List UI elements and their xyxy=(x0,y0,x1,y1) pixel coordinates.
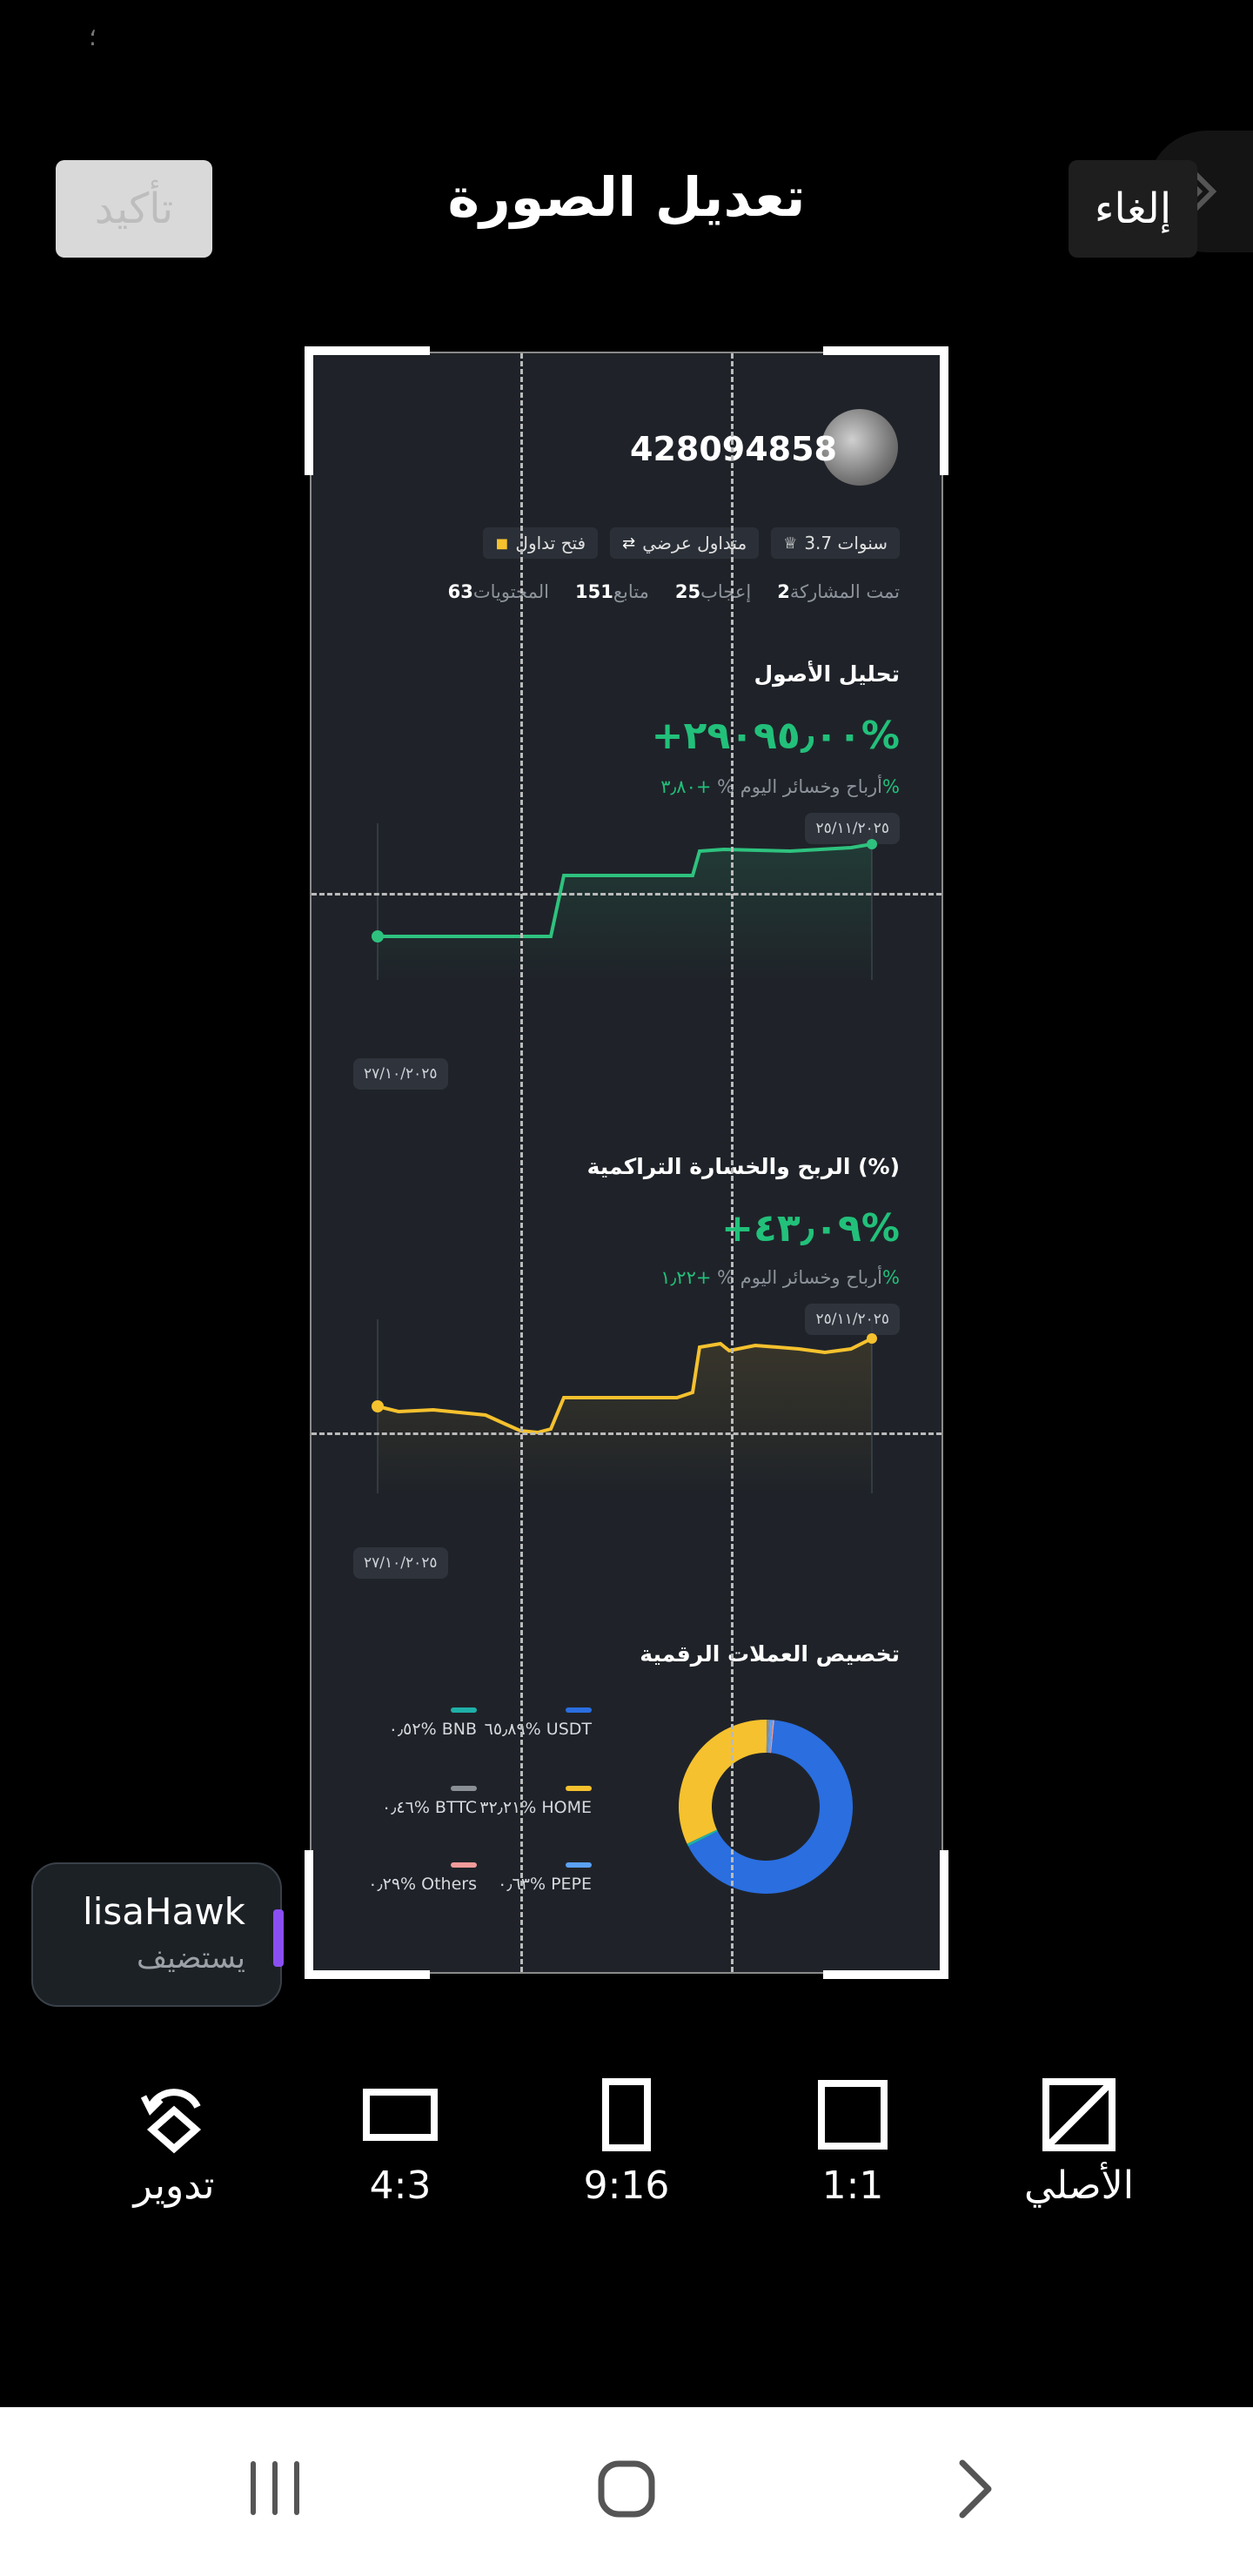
original-ratio-icon xyxy=(1001,2071,1157,2158)
home-icon[interactable] xyxy=(597,2459,656,2522)
grid-line-h2 xyxy=(312,1432,941,1435)
crop-editor-screen: ؛ تأكيد تعديل الصورة إلغاء 428094858 ♕ 3.… xyxy=(0,0,1253,2576)
grid-line-v1 xyxy=(520,353,523,1972)
crop-frame xyxy=(310,352,943,1974)
ratio-4-3-button[interactable]: 4:3 xyxy=(322,2071,479,2208)
ratio-4-3-icon xyxy=(322,2071,479,2158)
grid-line-h1 xyxy=(312,893,941,896)
system-nav-bar xyxy=(0,2407,1253,2576)
recent-apps-icon[interactable] xyxy=(247,2459,303,2520)
ratio-9-16-icon xyxy=(548,2071,705,2158)
rotate-icon xyxy=(96,2071,252,2158)
watermark-card: lisaHawk يستضيف xyxy=(31,1862,284,2007)
cancel-button[interactable]: إلغاء xyxy=(1069,160,1197,258)
watermark-accent xyxy=(273,1909,284,1967)
watermark-name: lisaHawk xyxy=(83,1890,245,1933)
status-glyph: ؛ xyxy=(89,23,97,51)
original-ratio-button[interactable]: الأصلي xyxy=(1001,2071,1157,2208)
watermark-sub: يستضيف xyxy=(137,1941,245,1976)
rotate-button[interactable]: تدوير xyxy=(96,2071,252,2208)
crop-handle-bottom-left[interactable] xyxy=(305,1850,430,1979)
crop-handle-top-right[interactable] xyxy=(823,346,948,475)
page-title: تعديل الصورة xyxy=(447,165,806,229)
ratio-1-1-button[interactable]: 1:1 xyxy=(774,2071,931,2208)
crop-handle-bottom-right[interactable] xyxy=(823,1850,948,1979)
grid-line-v2 xyxy=(731,353,734,1972)
back-icon[interactable] xyxy=(957,2459,995,2522)
crop-handle-top-left[interactable] xyxy=(305,346,430,475)
ratio-1-1-icon xyxy=(774,2071,931,2158)
ratio-9-16-button[interactable]: 9:16 xyxy=(548,2071,705,2208)
